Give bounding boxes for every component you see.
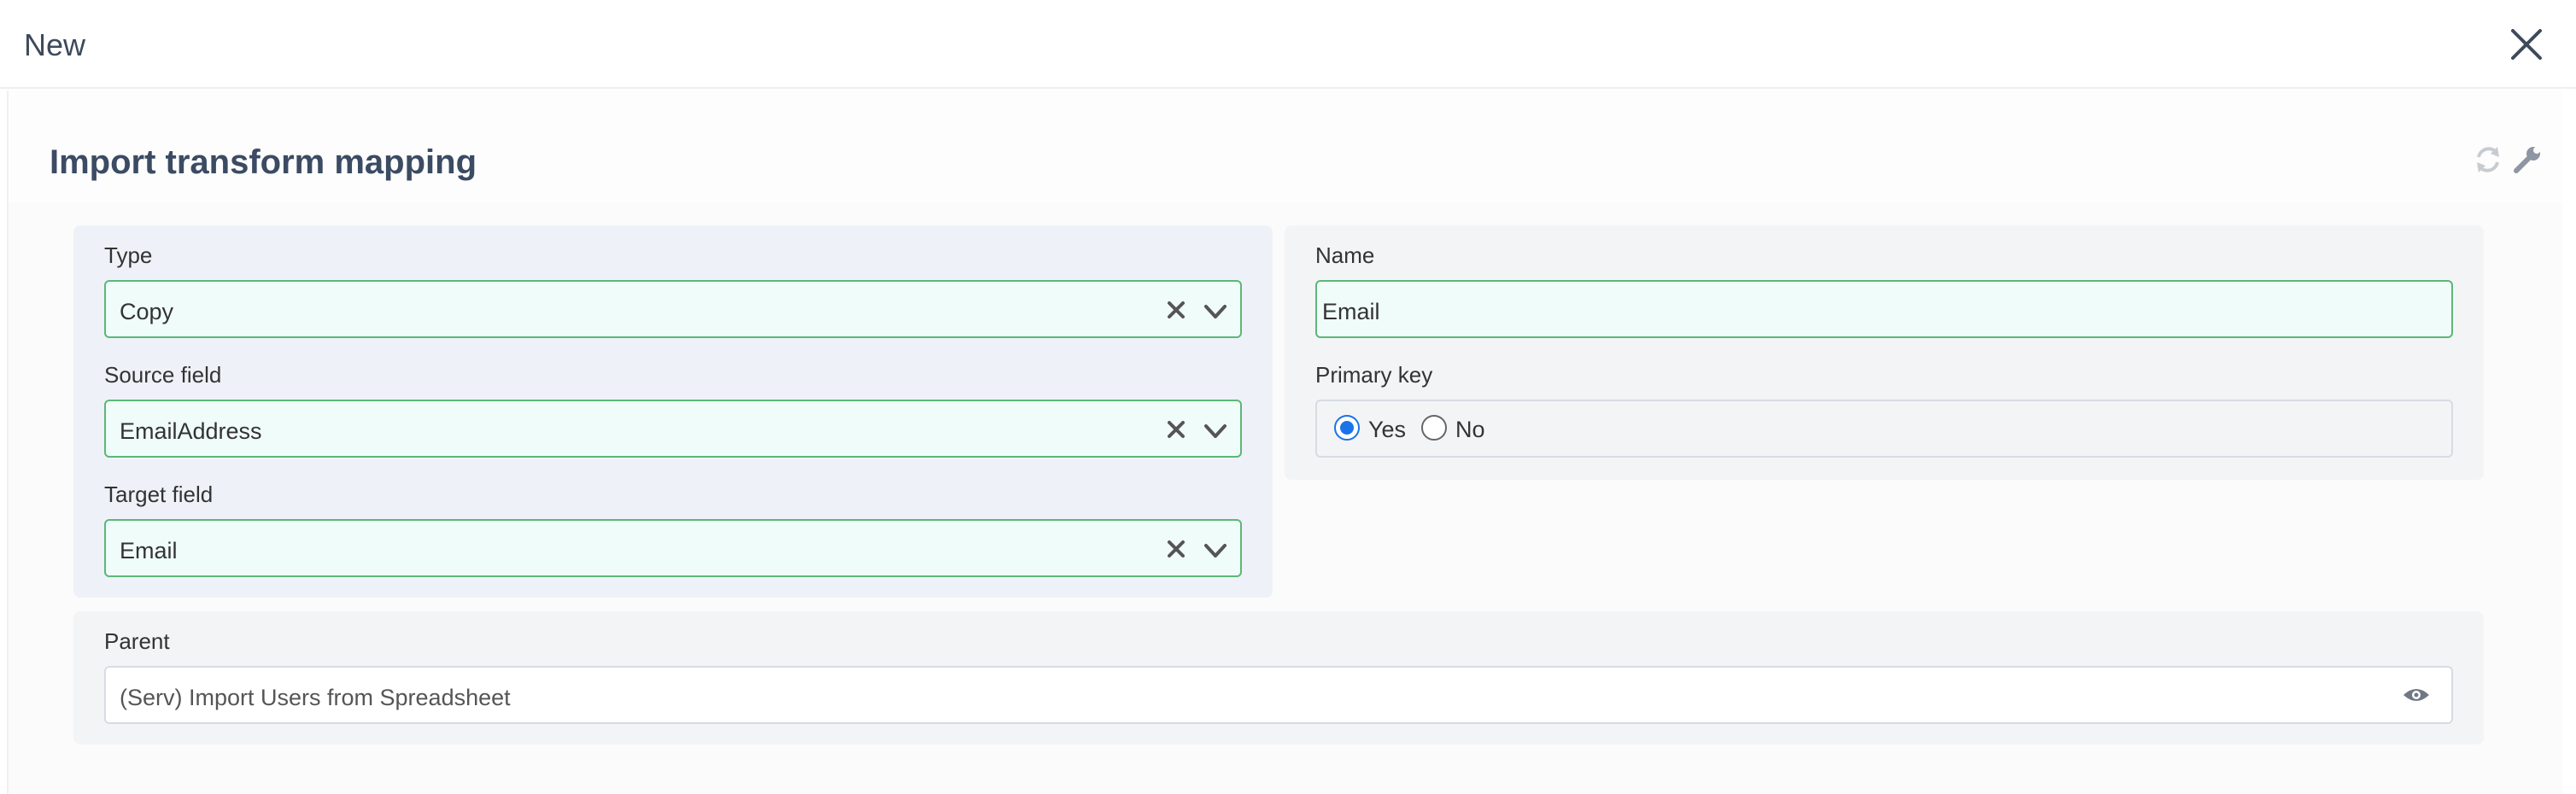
source-field-label: Source field — [104, 362, 222, 388]
name-input[interactable]: Email — [1315, 280, 2453, 338]
source-field-value: EmailAddress — [120, 418, 262, 444]
name-panel: Name Email Primary key Yes No — [1285, 225, 2484, 480]
wrench-icon[interactable] — [2511, 143, 2544, 176]
chevron-down-icon[interactable] — [1203, 538, 1228, 563]
primary-key-label: Primary key — [1315, 362, 1433, 388]
type-value: Copy — [120, 299, 174, 324]
modal-title: New — [24, 27, 86, 62]
primary-key-yes-radio[interactable] — [1334, 415, 1360, 441]
name-label: Name — [1315, 242, 1375, 268]
eye-icon[interactable] — [2402, 685, 2431, 705]
chevron-down-icon[interactable] — [1203, 418, 1228, 444]
refresh-icon[interactable] — [2472, 143, 2504, 176]
primary-key-no-label: No — [1455, 417, 1485, 442]
chevron-down-icon[interactable] — [1203, 299, 1228, 324]
primary-key-radio-group: Yes No — [1315, 400, 2453, 458]
source-field-select[interactable]: EmailAddress — [104, 400, 1242, 458]
modal-header: New — [0, 0, 2576, 89]
close-icon[interactable] — [2508, 26, 2545, 63]
clear-icon[interactable] — [1165, 418, 1187, 441]
form-title: Import transform mapping — [50, 143, 477, 181]
primary-key-no-radio[interactable] — [1421, 415, 1447, 441]
target-field-value: Email — [120, 538, 178, 563]
type-label: Type — [104, 242, 153, 268]
parent-value: (Serv) Import Users from Spreadsheet — [120, 685, 511, 710]
modal-body: Import transform mapping Type Copy Sourc… — [7, 90, 2562, 794]
type-select[interactable]: Copy — [104, 280, 1242, 338]
target-field-label: Target field — [104, 482, 214, 507]
parent-label: Parent — [104, 628, 170, 654]
parent-panel: Parent (Serv) Import Users from Spreadsh… — [73, 611, 2484, 744]
clear-icon[interactable] — [1165, 299, 1187, 321]
clear-icon[interactable] — [1165, 538, 1187, 560]
primary-key-yes-label: Yes — [1368, 417, 1407, 442]
parent-field[interactable]: (Serv) Import Users from Spreadsheet — [104, 666, 2453, 724]
name-value: Email — [1322, 299, 1380, 324]
target-field-select[interactable]: Email — [104, 519, 1242, 577]
mapping-panel: Type Copy Source field EmailAddress Targ… — [73, 225, 1273, 598]
form-header: Import transform mapping — [9, 90, 2562, 203]
